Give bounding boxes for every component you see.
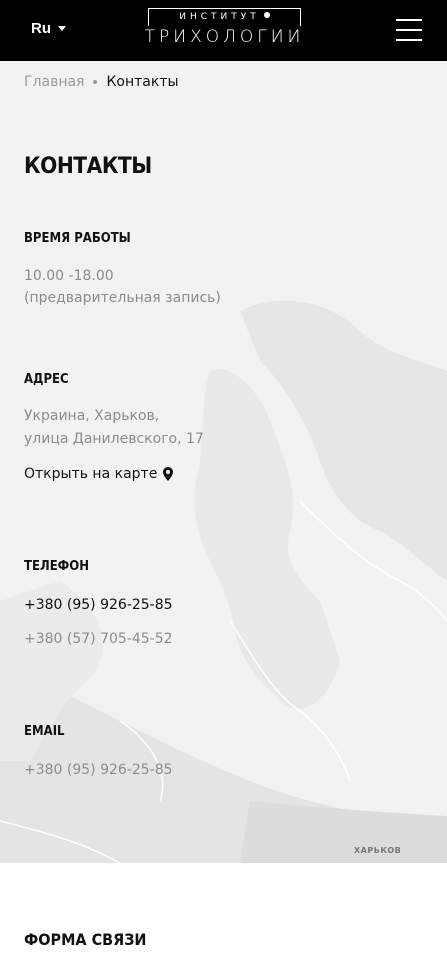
logo[interactable]: ИНСТИТУТ ТРИХОЛОГИИ: [137, 6, 312, 52]
logo-top-text: ИНСТИТУТ: [179, 12, 260, 22]
phone-heading: ТЕЛЕФОН: [24, 559, 90, 574]
logo-dot-icon: [263, 12, 270, 18]
email-heading: EMAIL: [24, 724, 65, 739]
phone-secondary[interactable]: +380 (57) 705-45-52: [24, 628, 173, 650]
breadcrumb: Главная Контакты: [24, 74, 179, 90]
map-background: [0, 61, 447, 863]
hamburger-menu-icon[interactable]: [396, 19, 422, 41]
caret-down-icon: [58, 26, 66, 31]
language-selector[interactable]: Ru: [31, 20, 66, 37]
breadcrumb-home-link[interactable]: Главная: [24, 74, 84, 90]
phone-primary[interactable]: +380 (95) 926-25-85: [24, 594, 173, 616]
page-title: КОНТАКТЫ: [24, 154, 152, 179]
contact-form-title: ФОРМА СВЯЗИ: [24, 930, 147, 949]
address-line-2: улица Данилевского, 17: [24, 431, 204, 447]
language-label: Ru: [31, 20, 51, 37]
map-city-label: ХАРЬКОВ: [354, 846, 402, 855]
breadcrumb-separator: [93, 80, 98, 84]
address-heading: АДРЕС: [24, 372, 69, 387]
map-illustration: [0, 61, 447, 863]
site-header: Ru ИНСТИТУТ ТРИХОЛОГИИ: [0, 0, 447, 61]
open-map-link[interactable]: Открыть на карте: [24, 463, 174, 485]
address-line-1: Украина, Харьков,: [24, 408, 160, 424]
email-value[interactable]: +380 (95) 926-25-85: [24, 759, 173, 781]
map-pin-icon: [163, 467, 174, 481]
hours-note: (предварительная запись): [24, 290, 221, 306]
open-map-label: Открыть на карте: [24, 466, 158, 482]
logo-bottom-text: ТРИХОЛОГИИ: [144, 27, 305, 47]
breadcrumb-current: Контакты: [106, 74, 179, 90]
hours-heading: ВРЕМЯ РАБОТЫ: [24, 231, 131, 246]
hours-time: 10.00 -18.00: [24, 268, 114, 284]
